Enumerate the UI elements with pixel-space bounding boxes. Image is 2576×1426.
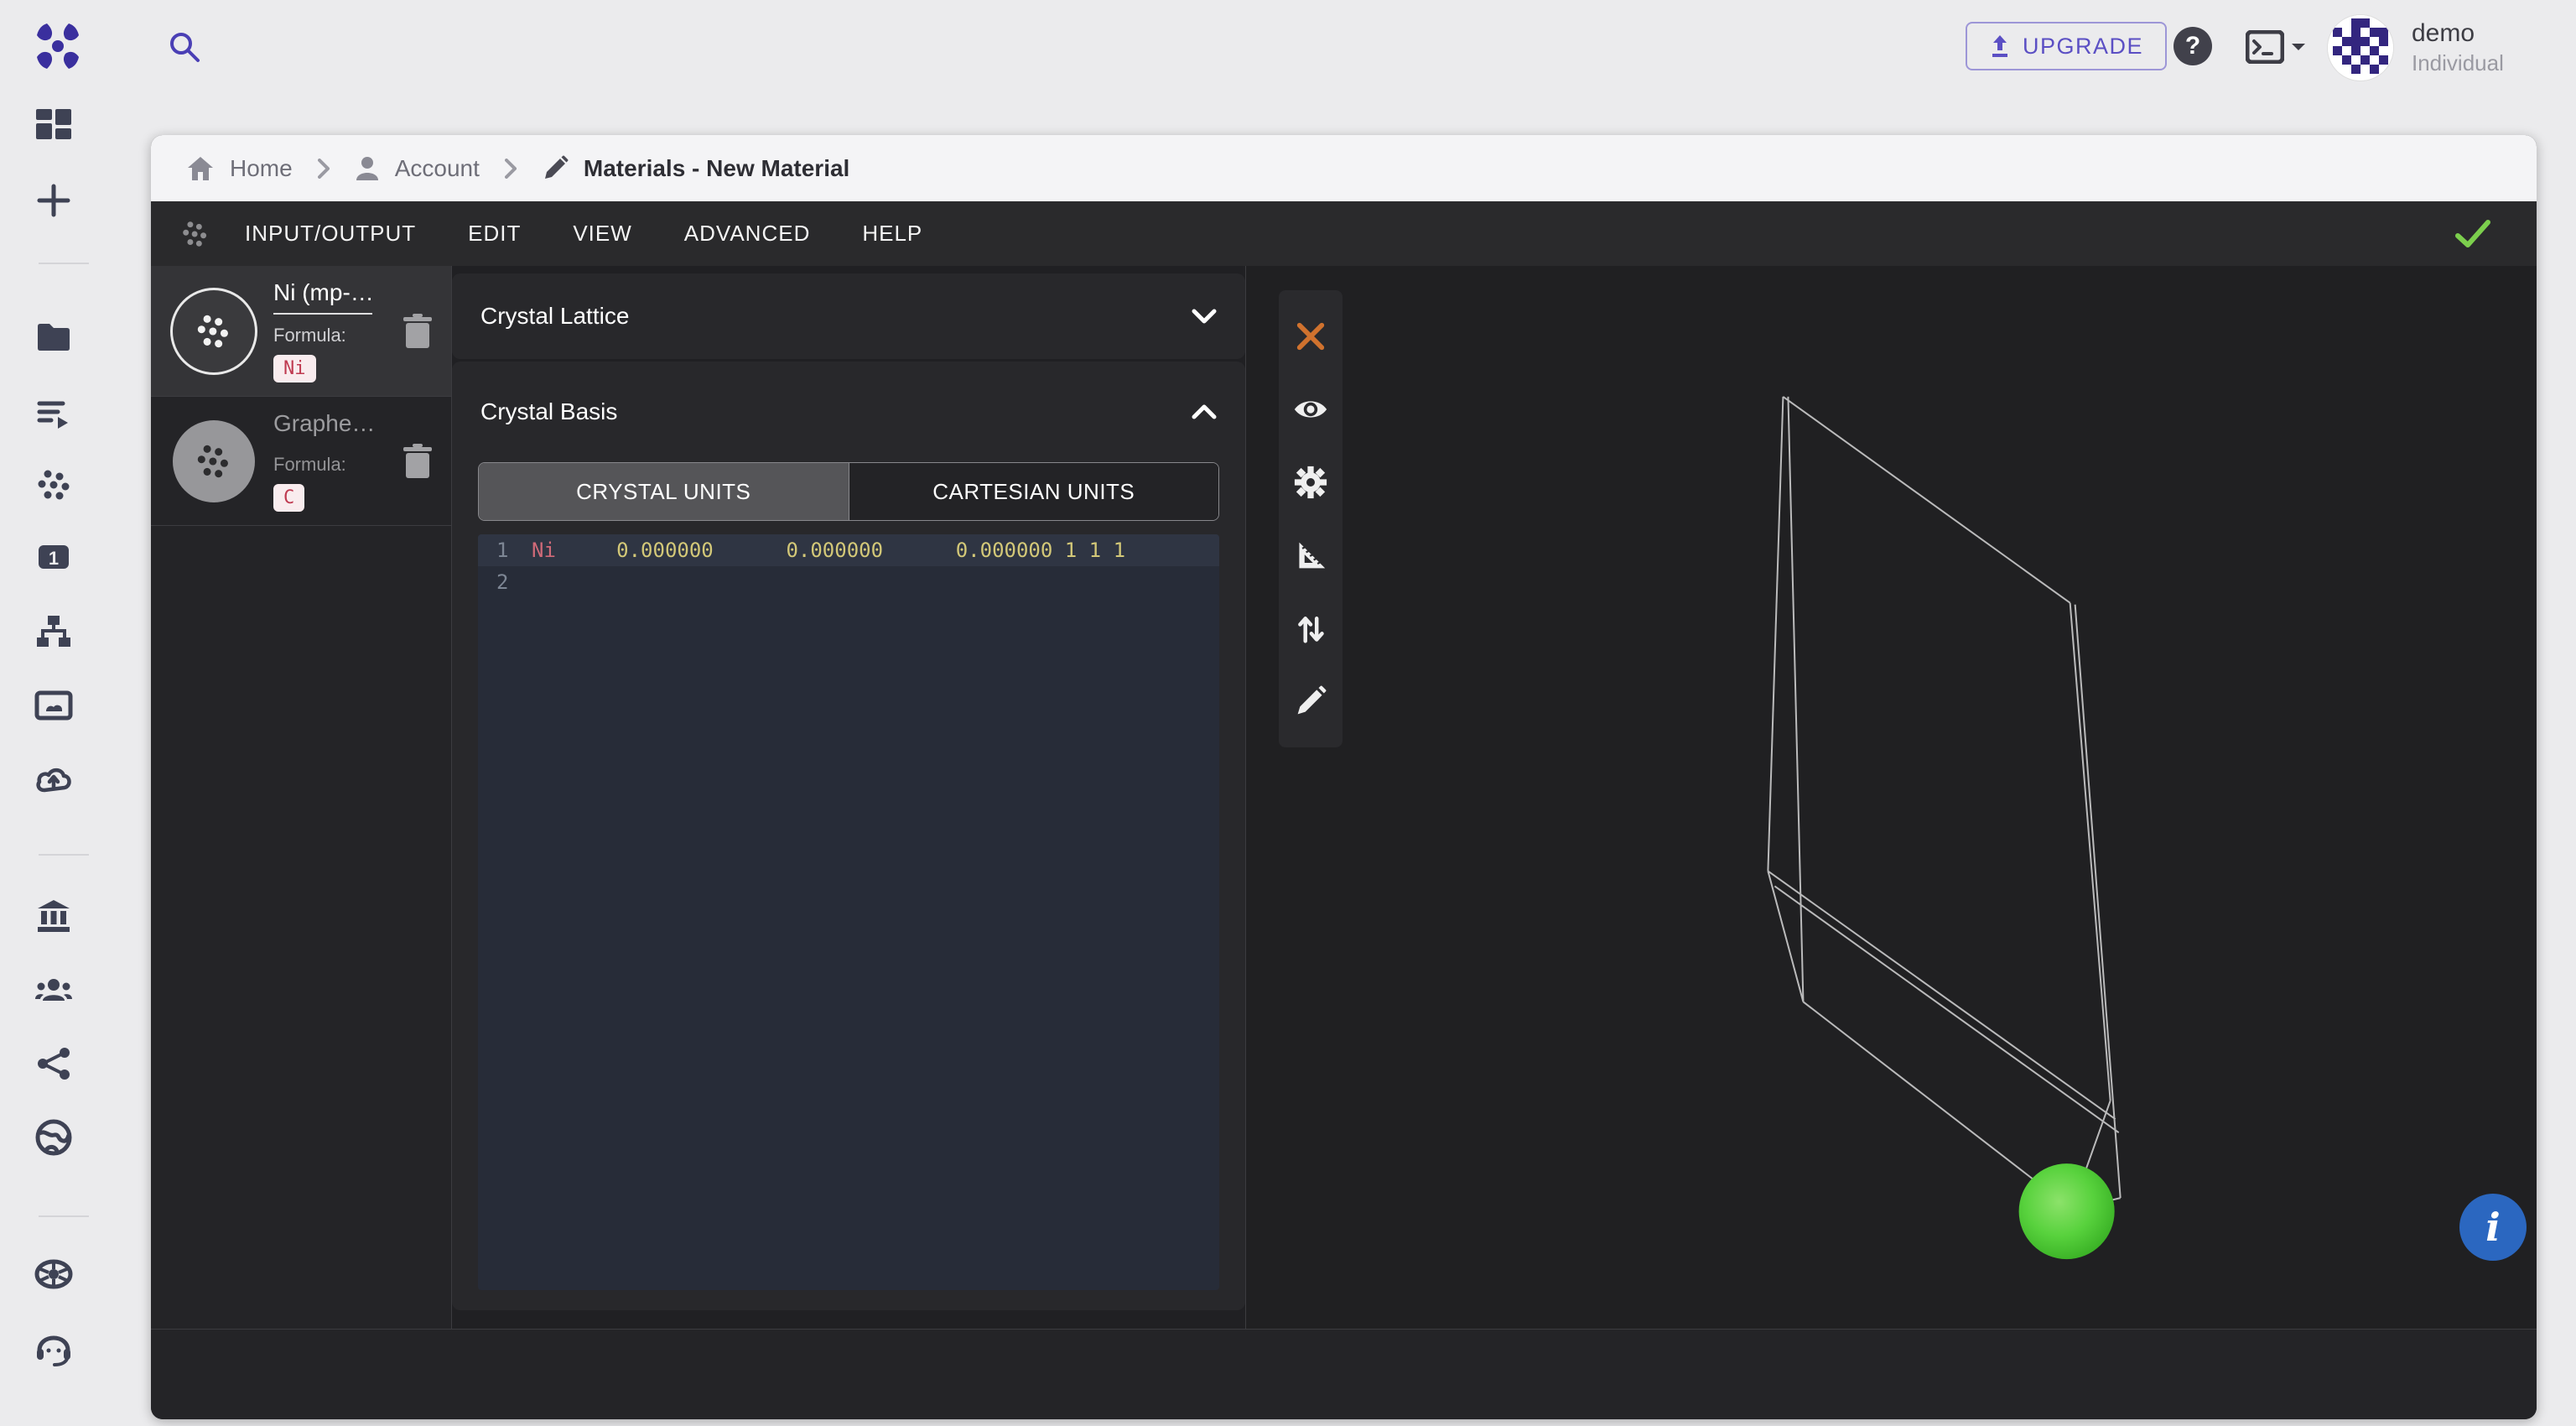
- user-name: demo: [2412, 18, 2504, 49]
- breadcrumb: Home Account Materials - New Material: [151, 135, 2537, 201]
- line-number: 2: [478, 566, 532, 598]
- menubar: INPUT/OUTPUT EDIT VIEW ADVANCED HELP: [151, 201, 2537, 266]
- menu-advanced[interactable]: ADVANCED: [662, 206, 833, 262]
- card-footer: [151, 1329, 2537, 1419]
- wheel-icon[interactable]: [32, 1252, 75, 1296]
- workflow-tree-icon[interactable]: [32, 610, 75, 653]
- share-icon[interactable]: [32, 1042, 75, 1085]
- atoms-dots-icon: [176, 215, 215, 253]
- line-number: 1: [478, 534, 532, 566]
- material-avatar: [173, 420, 255, 502]
- swap-vertical-icon[interactable]: [1291, 609, 1330, 648]
- close-icon[interactable]: [1291, 317, 1330, 356]
- image-icon[interactable]: [32, 684, 75, 727]
- viewer-3d[interactable]: i: [1246, 266, 2537, 1329]
- coordinates-token: 0.000000 0.000000 0.000000 1 1 1: [556, 534, 1125, 566]
- cloud-upload-icon[interactable]: [32, 759, 75, 803]
- user-plan: Individual: [2412, 49, 2504, 77]
- material-item-ni[interactable]: Ni (mp-… Formula: Ni: [151, 266, 451, 397]
- units-tabs: CRYSTAL UNITS CARTESIAN UNITS: [478, 462, 1219, 521]
- formula-label: Formula:: [273, 454, 382, 476]
- crystal-basis-header[interactable]: Crystal Basis: [452, 362, 1245, 462]
- material-name-field[interactable]: Ni (mp-…: [273, 279, 372, 315]
- menu-view[interactable]: VIEW: [551, 206, 653, 262]
- search-icon[interactable]: [166, 29, 203, 65]
- breadcrumb-current: Materials - New Material: [542, 155, 849, 182]
- crystal-lattice-section[interactable]: Crystal Lattice: [452, 273, 1245, 359]
- chevron-right-icon: [318, 159, 330, 179]
- support-headset-icon[interactable]: [32, 1326, 75, 1370]
- person-icon: [355, 155, 380, 182]
- one-badge-icon[interactable]: 1: [32, 535, 75, 579]
- material-item-graphene[interactable]: Graphe… Formula: C: [151, 397, 451, 526]
- help-icon[interactable]: ?: [2174, 27, 2212, 65]
- sidebar-divider: [39, 1215, 89, 1217]
- breadcrumb-account[interactable]: Account: [355, 155, 480, 182]
- svg-text:1: 1: [49, 548, 59, 569]
- chevron-down-icon[interactable]: [1192, 309, 1217, 324]
- user-menu[interactable]: demo Individual: [2328, 15, 2504, 81]
- material-name-field[interactable]: Graphe…: [273, 410, 372, 444]
- materials-list: Ni (mp-… Formula: Ni: [151, 266, 452, 1329]
- page-title: Materials - New Material: [584, 155, 849, 182]
- gear-icon[interactable]: [1291, 463, 1330, 502]
- playlist-play-icon[interactable]: [32, 391, 75, 435]
- globe-icon[interactable]: [32, 1116, 75, 1159]
- chevron-up-icon[interactable]: [1192, 404, 1217, 419]
- info-icon[interactable]: i: [2459, 1194, 2527, 1261]
- delete-material-icon[interactable]: [401, 443, 434, 480]
- sidebar-divider: [39, 263, 89, 264]
- chevron-down-icon: [2291, 42, 2306, 52]
- mat3ra-logo-icon[interactable]: [34, 22, 82, 70]
- dashboard-icon[interactable]: [32, 105, 75, 148]
- material-avatar: [173, 290, 255, 372]
- menu-edit[interactable]: EDIT: [446, 206, 543, 262]
- people-icon[interactable]: [32, 968, 75, 1012]
- pencil-icon[interactable]: [1291, 682, 1330, 721]
- formula-label: Formula:: [273, 325, 382, 346]
- breadcrumb-home-label: Home: [230, 155, 293, 182]
- section-title: Crystal Lattice: [480, 303, 629, 330]
- code-line-2[interactable]: 2: [478, 566, 1219, 598]
- main-card: Home Account Materials - New Material: [151, 135, 2537, 1419]
- set-square-icon[interactable]: [1291, 536, 1330, 575]
- eye-icon[interactable]: [1291, 390, 1330, 429]
- atom-sphere: [2019, 1163, 2115, 1259]
- upgrade-label: UPGRADE: [2023, 34, 2143, 60]
- unit-cell-wireframe: [1246, 266, 2537, 1329]
- menu-input-output[interactable]: INPUT/OUTPUT: [223, 206, 438, 262]
- breadcrumb-home[interactable]: Home: [186, 155, 293, 182]
- editor-panel: Crystal Lattice Crystal Basis CRYSTAL UN…: [452, 266, 1246, 1329]
- formula-badge: C: [273, 484, 304, 512]
- menu-help[interactable]: HELP: [840, 206, 944, 262]
- element-token: Ni: [532, 534, 556, 566]
- section-title: Crystal Basis: [480, 398, 617, 425]
- avatar: [2328, 15, 2393, 81]
- delete-material-icon[interactable]: [401, 313, 434, 350]
- home-icon: [186, 155, 215, 182]
- breadcrumb-account-label: Account: [395, 155, 480, 182]
- upload-icon: [1989, 34, 2011, 59]
- code-line-1[interactable]: 1 Ni 0.000000 0.000000 0.000000 1 1 1: [478, 534, 1219, 566]
- console-menu-button[interactable]: [2246, 30, 2309, 64]
- sidebar-divider: [39, 854, 89, 856]
- chevron-right-icon: [505, 159, 517, 179]
- green-checkmark-icon: [2454, 219, 2491, 249]
- folder-icon[interactable]: [32, 315, 75, 359]
- bank-icon[interactable]: [32, 894, 75, 938]
- plus-icon[interactable]: [32, 179, 75, 222]
- pencil-icon: [542, 155, 569, 182]
- tab-crystal-units[interactable]: CRYSTAL UNITS: [479, 463, 849, 520]
- basis-code-editor[interactable]: 1 Ni 0.000000 0.000000 0.000000 1 1 1 2: [478, 534, 1219, 1290]
- atoms-icon[interactable]: [32, 463, 75, 507]
- upgrade-button[interactable]: UPGRADE: [1966, 22, 2167, 70]
- formula-badge: Ni: [273, 355, 316, 383]
- tab-cartesian-units[interactable]: CARTESIAN UNITS: [849, 463, 1219, 520]
- crystal-basis-section: Crystal Basis CRYSTAL UNITS CARTESIAN UN…: [452, 362, 1245, 1310]
- viewer-toolbar: [1279, 290, 1343, 747]
- terminal-icon: [2246, 30, 2284, 64]
